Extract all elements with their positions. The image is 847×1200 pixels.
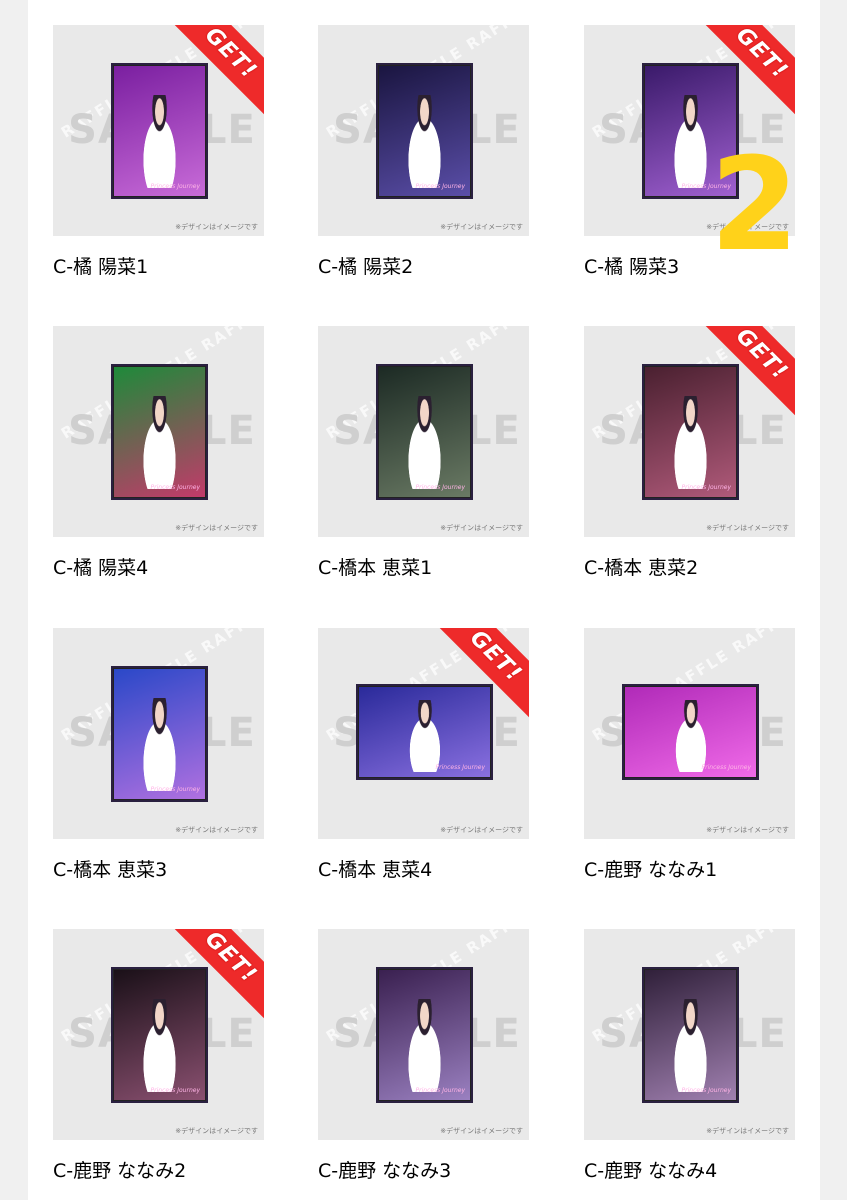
product-item[interactable]: RAFFLE RAFFLE RAFFLE RAFFLESAMPLEPrinces… <box>53 25 264 279</box>
product-thumbnail[interactable]: RAFFLE RAFFLE RAFFLE RAFFLESAMPLEPrinces… <box>318 326 529 537</box>
design-note: ※デザインはイメージです <box>175 826 258 834</box>
photo-logo: Princess Journey <box>150 1087 200 1094</box>
product-name[interactable]: C-橘 陽菜1 <box>53 252 264 279</box>
product-thumbnail[interactable]: RAFFLE RAFFLE RAFFLE RAFFLESAMPLEPrinces… <box>584 628 795 839</box>
product-item[interactable]: RAFFLE RAFFLE RAFFLE RAFFLESAMPLEPrinces… <box>584 929 795 1183</box>
product-item[interactable]: RAFFLE RAFFLE RAFFLE RAFFLESAMPLEPrinces… <box>53 628 264 882</box>
product-name[interactable]: C-鹿野 ななみ3 <box>318 1156 529 1183</box>
photo-logo: Princess Journey <box>681 484 731 491</box>
handwritten-annotation: 2 <box>710 131 800 280</box>
performer-figure <box>666 699 715 772</box>
product-item[interactable]: RAFFLE RAFFLE RAFFLE RAFFLESAMPLEPrinces… <box>53 929 264 1183</box>
photo-logo: Princess Journey <box>415 183 465 190</box>
product-thumbnail[interactable]: RAFFLE RAFFLE RAFFLE RAFFLESAMPLEPrinces… <box>53 929 264 1140</box>
product-name[interactable]: C-橋本 恵菜3 <box>53 855 264 882</box>
product-photo: Princess Journey <box>644 969 737 1101</box>
design-note: ※デザインはイメージです <box>175 223 258 231</box>
design-note: ※デザインはイメージです <box>706 524 789 532</box>
product-photo: Princess Journey <box>644 366 737 498</box>
performer-figure <box>665 94 716 189</box>
photo-logo: Princess Journey <box>435 764 485 771</box>
product-photo: Princess Journey <box>113 969 206 1101</box>
product-thumbnail[interactable]: RAFFLE RAFFLE RAFFLE RAFFLESAMPLEPrinces… <box>318 25 529 236</box>
performer-figure <box>399 395 450 490</box>
product-name[interactable]: C-鹿野 ななみ2 <box>53 1156 264 1183</box>
product-item[interactable]: RAFFLE RAFFLE RAFFLE RAFFLESAMPLEPrinces… <box>318 326 529 580</box>
product-photo: Princess Journey <box>113 668 206 800</box>
design-note: ※デザインはイメージです <box>175 1127 258 1135</box>
photo-logo: Princess Journey <box>681 1087 731 1094</box>
product-thumbnail[interactable]: RAFFLE RAFFLE RAFFLE RAFFLESAMPLEPrinces… <box>53 628 264 839</box>
photo-logo: Princess Journey <box>150 786 200 793</box>
product-photo: Princess Journey <box>378 65 471 197</box>
product-item[interactable]: RAFFLE RAFFLE RAFFLE RAFFLESAMPLEPrinces… <box>318 628 529 882</box>
performer-figure <box>399 998 450 1093</box>
design-note: ※デザインはイメージです <box>706 826 789 834</box>
design-note: ※デザインはイメージです <box>440 1127 523 1135</box>
performer-figure <box>399 94 450 189</box>
photo-logo: Princess Journey <box>415 484 465 491</box>
product-grid-page: RAFFLE RAFFLE RAFFLE RAFFLESAMPLEPrinces… <box>28 0 820 1200</box>
design-note: ※デザインはイメージです <box>440 524 523 532</box>
product-thumbnail[interactable]: RAFFLE RAFFLE RAFFLE RAFFLESAMPLEPrinces… <box>584 326 795 537</box>
product-thumbnail[interactable]: RAFFLE RAFFLE RAFFLE RAFFLESAMPLEPrinces… <box>53 326 264 537</box>
product-photo: Princess Journey <box>113 65 206 197</box>
design-note: ※デザインはイメージです <box>175 524 258 532</box>
performer-figure <box>134 94 185 189</box>
product-item[interactable]: RAFFLE RAFFLE RAFFLE RAFFLESAMPLEPrinces… <box>584 628 795 882</box>
product-name[interactable]: C-橘 陽菜4 <box>53 553 264 580</box>
product-name[interactable]: C-橋本 恵菜4 <box>318 855 529 882</box>
product-item[interactable]: RAFFLE RAFFLE RAFFLE RAFFLESAMPLEPrinces… <box>318 25 529 279</box>
product-name[interactable]: C-橋本 恵菜1 <box>318 553 529 580</box>
product-photo: Princess Journey <box>113 366 206 498</box>
product-thumbnail[interactable]: RAFFLE RAFFLE RAFFLE RAFFLESAMPLEPrinces… <box>53 25 264 236</box>
performer-figure <box>134 998 185 1093</box>
product-item[interactable]: RAFFLE RAFFLE RAFFLE RAFFLESAMPLEPrinces… <box>584 326 795 580</box>
performer-figure <box>134 395 185 490</box>
product-thumbnail[interactable]: RAFFLE RAFFLE RAFFLE RAFFLESAMPLEPrinces… <box>318 929 529 1140</box>
design-note: ※デザインはイメージです <box>706 1127 789 1135</box>
design-note: ※デザインはイメージです <box>440 826 523 834</box>
product-photo: Princess Journey <box>358 686 491 778</box>
product-item[interactable]: RAFFLE RAFFLE RAFFLE RAFFLESAMPLEPrinces… <box>318 929 529 1183</box>
photo-logo: Princess Journey <box>701 764 751 771</box>
design-note: ※デザインはイメージです <box>440 223 523 231</box>
performer-figure <box>134 697 185 792</box>
photo-logo: Princess Journey <box>150 183 200 190</box>
product-item[interactable]: RAFFLE RAFFLE RAFFLE RAFFLESAMPLEPrinces… <box>53 326 264 580</box>
photo-logo: Princess Journey <box>150 484 200 491</box>
performer-figure <box>400 699 449 772</box>
product-photo: Princess Journey <box>378 366 471 498</box>
product-name[interactable]: C-橋本 恵菜2 <box>584 553 795 580</box>
product-photo: Princess Journey <box>378 969 471 1101</box>
product-photo: Princess Journey <box>624 686 757 778</box>
product-name[interactable]: C-鹿野 ななみ1 <box>584 855 795 882</box>
product-thumbnail[interactable]: RAFFLE RAFFLE RAFFLE RAFFLESAMPLEPrinces… <box>318 628 529 839</box>
photo-logo: Princess Journey <box>415 1087 465 1094</box>
product-thumbnail[interactable]: RAFFLE RAFFLE RAFFLE RAFFLESAMPLEPrinces… <box>584 929 795 1140</box>
product-name[interactable]: C-鹿野 ななみ4 <box>584 1156 795 1183</box>
performer-figure <box>665 998 716 1093</box>
performer-figure <box>665 395 716 490</box>
product-name[interactable]: C-橘 陽菜2 <box>318 252 529 279</box>
